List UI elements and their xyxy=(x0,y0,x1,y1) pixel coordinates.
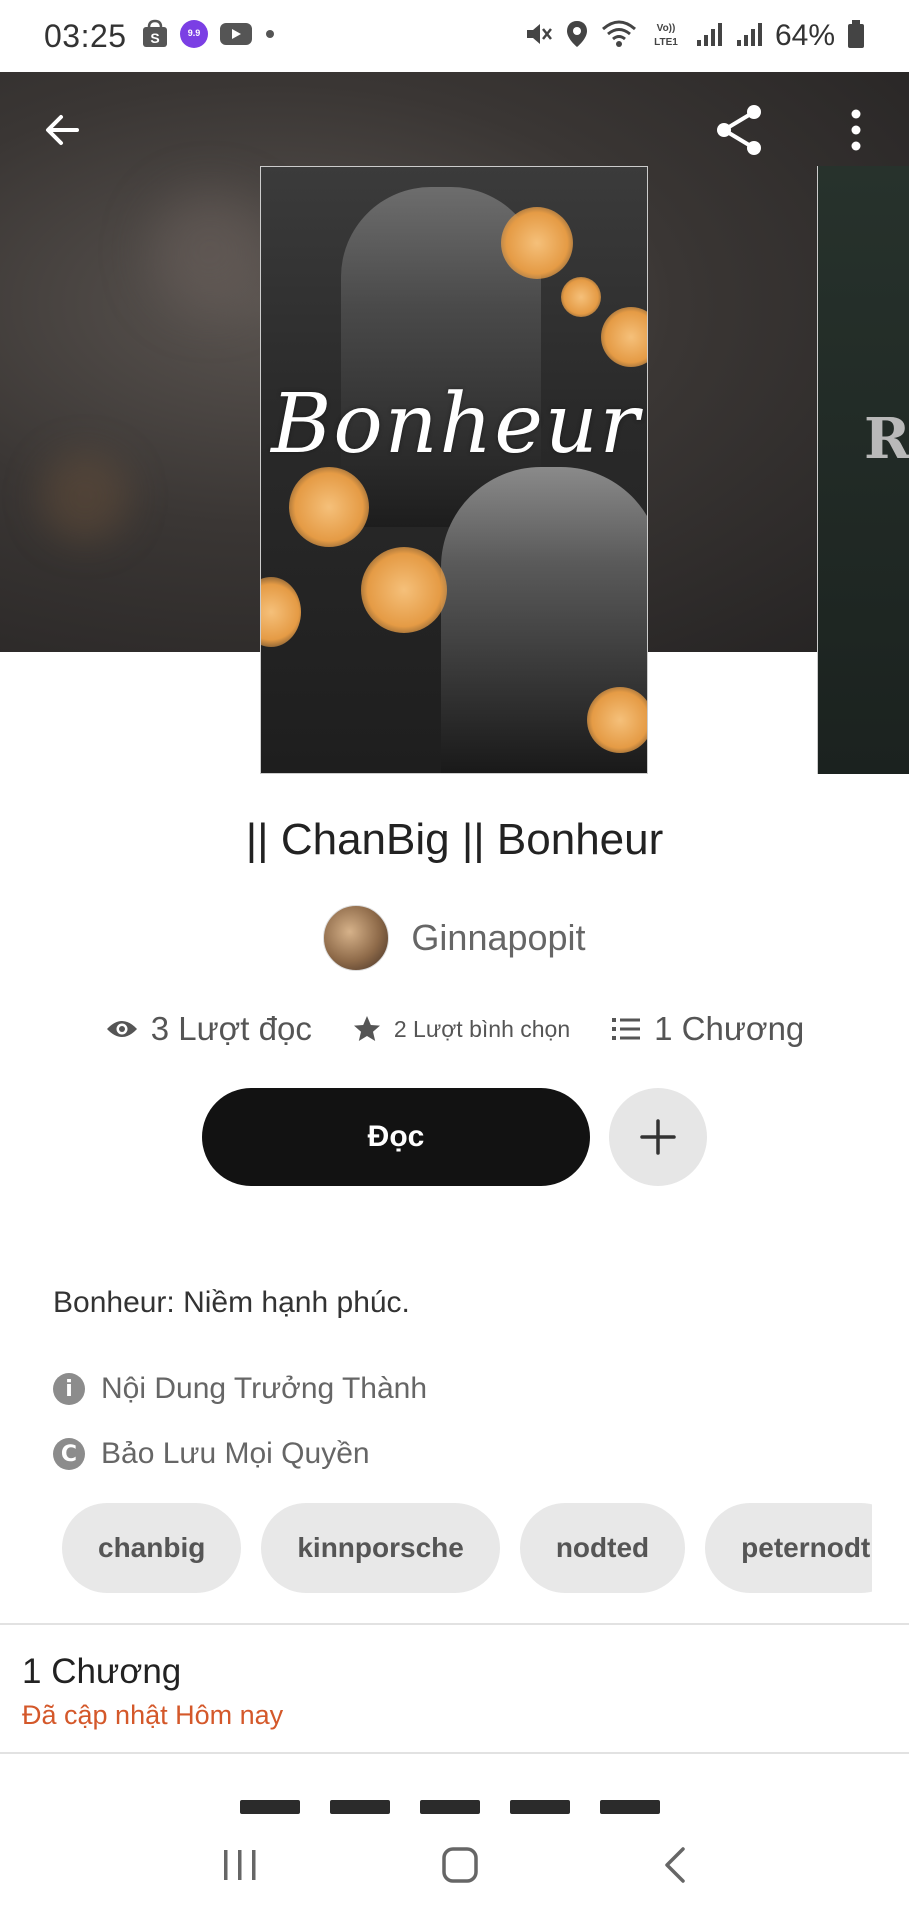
story-description: Bonheur: Niềm hạnh phúc. xyxy=(53,1286,410,1319)
back-button[interactable] xyxy=(32,100,92,160)
status-bar: 03:25 S 9.9 Vo)) LTE1 64% xyxy=(0,0,909,72)
battery-percent: 64% xyxy=(774,19,835,52)
cover-script-title: Bonheur xyxy=(271,377,641,472)
tag-chip[interactable]: peternodt xyxy=(705,1503,872,1593)
more-button[interactable] xyxy=(826,100,886,160)
updated-label: Đã cập nhật Hôm nay xyxy=(22,1700,284,1730)
share-icon xyxy=(717,105,761,155)
tag-chip[interactable]: kinnporsche xyxy=(261,1503,500,1593)
avatar[interactable] xyxy=(323,905,390,971)
stat-votes: 2 Lượt bình chọn xyxy=(352,1014,570,1044)
mute-icon xyxy=(523,19,553,54)
story-stats: 3 Lượt đọc 2 Lượt bình chọn 1 Chương xyxy=(0,1010,909,1048)
reads-label: 3 Lượt đọc xyxy=(150,1010,312,1047)
divider xyxy=(0,1623,909,1625)
clipped-heading xyxy=(240,1800,700,1814)
add-to-library-button[interactable] xyxy=(609,1088,707,1186)
location-icon xyxy=(565,19,589,54)
next-book-cover[interactable]: R xyxy=(817,166,909,774)
more-vertical-icon xyxy=(851,109,861,151)
copyright-row: C Bảo Lưu Mọi Quyền xyxy=(53,1437,370,1471)
shopee-icon: S xyxy=(141,19,169,54)
author-row[interactable]: Ginnapopit xyxy=(0,905,909,971)
home-icon xyxy=(442,1846,479,1883)
svg-text:Vo)): Vo)) xyxy=(657,23,676,34)
back-nav-button[interactable] xyxy=(661,1845,689,1890)
notification-icons: S 9.9 xyxy=(141,19,277,54)
stat-reads: 3 Lượt đọc xyxy=(105,1010,312,1048)
volte-icon: Vo)) LTE1 xyxy=(649,19,683,54)
battery-icon xyxy=(847,19,865,54)
signal-icon xyxy=(695,20,723,53)
tag-chip[interactable]: chanbig xyxy=(62,1503,242,1593)
mature-content-label: Nội Dung Trưởng Thành xyxy=(101,1372,428,1405)
recent-apps-icon xyxy=(224,1849,256,1880)
eye-icon xyxy=(106,1021,137,1037)
star-icon xyxy=(353,1016,380,1041)
dot-icon xyxy=(263,27,277,46)
tag-list: chanbig kinnporsche nodted peternodt xyxy=(62,1503,872,1593)
signal-icon xyxy=(735,20,763,53)
copyright-icon: C xyxy=(53,1438,85,1470)
svg-text:9.9: 9.9 xyxy=(187,28,200,38)
copyright-label: Bảo Lưu Mọi Quyền xyxy=(101,1437,370,1470)
parts-label: 1 Chương xyxy=(654,1010,805,1047)
arrow-left-icon xyxy=(46,115,79,145)
share-button[interactable] xyxy=(710,100,770,160)
svg-text:S: S xyxy=(150,30,159,46)
chapter-count[interactable]: 1 Chương xyxy=(22,1652,181,1692)
lazada-icon: 9.9 xyxy=(179,19,209,54)
list-icon xyxy=(612,1018,641,1040)
youtube-icon xyxy=(219,21,253,52)
chevron-left-icon xyxy=(665,1846,685,1883)
mature-content-row: i Nội Dung Trưởng Thành xyxy=(53,1372,427,1406)
story-title: || ChanBig || Bonheur xyxy=(245,815,664,864)
divider xyxy=(0,1752,909,1754)
svg-text:LTE1: LTE1 xyxy=(654,37,678,48)
home-button[interactable] xyxy=(440,1845,480,1890)
plus-icon xyxy=(640,1119,676,1155)
wifi-icon xyxy=(601,19,637,54)
read-button[interactable]: Đọc xyxy=(202,1088,590,1186)
system-nav-bar xyxy=(0,1814,909,1920)
tag-chip[interactable]: nodted xyxy=(519,1503,686,1593)
system-icons: Vo)) LTE1 64% xyxy=(523,19,865,54)
info-icon: i xyxy=(53,1373,85,1405)
next-cover-letter: R xyxy=(864,406,909,472)
status-time: 03:25 xyxy=(44,17,127,54)
votes-label: 2 Lượt bình chọn xyxy=(393,1015,571,1042)
stat-parts: 1 Chương xyxy=(610,1010,804,1048)
author-name[interactable]: Ginnapopit xyxy=(411,917,585,959)
book-cover[interactable]: Bonheur xyxy=(260,166,648,774)
recent-apps-button[interactable] xyxy=(220,1847,260,1888)
